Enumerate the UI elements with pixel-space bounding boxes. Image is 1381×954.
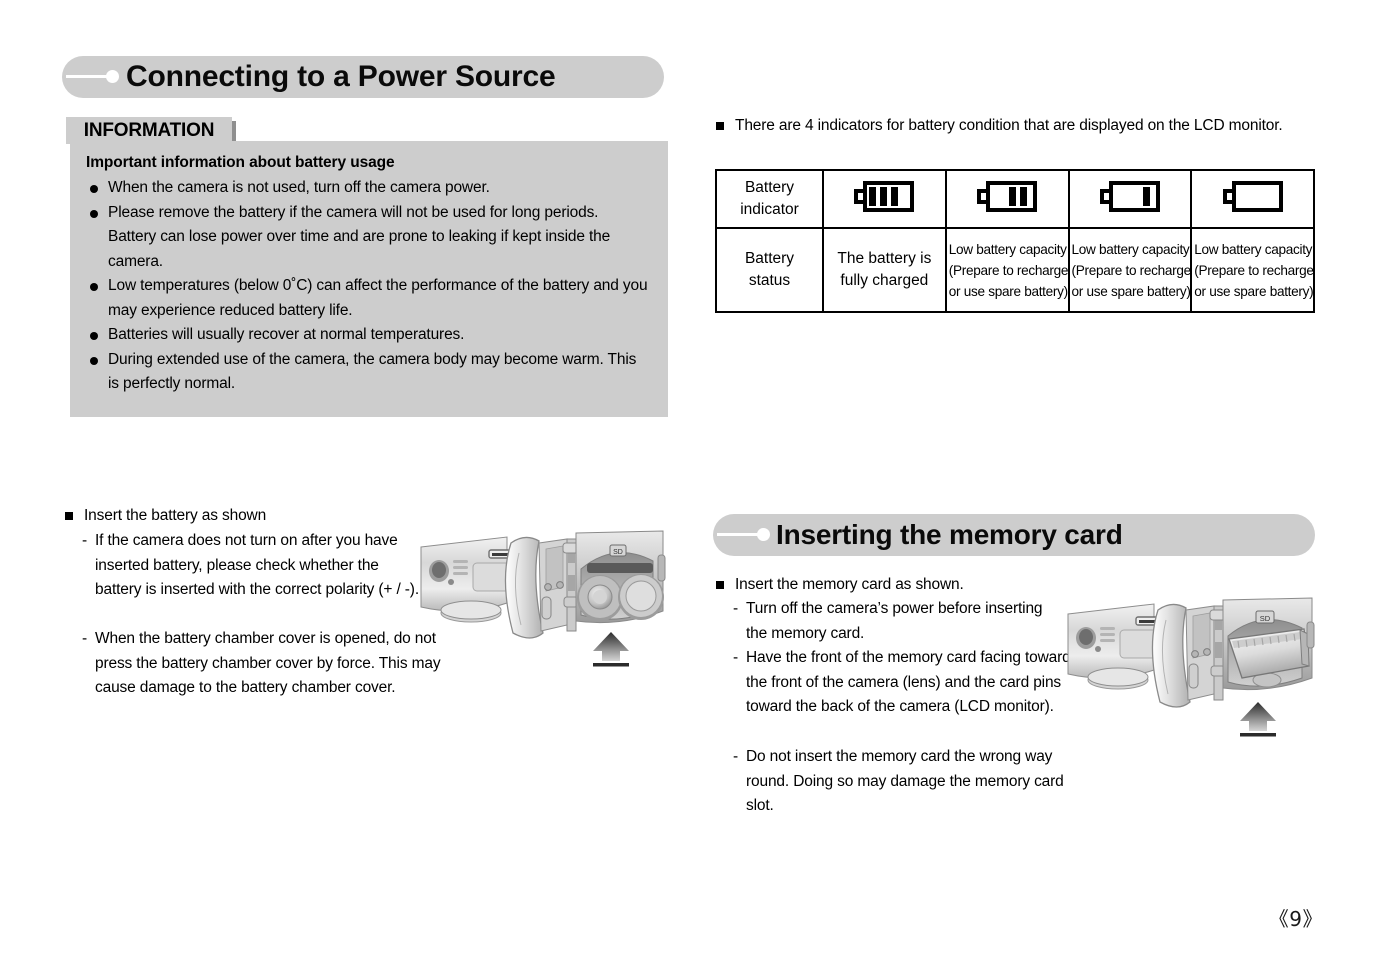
status-line: (Prepare to recharge — [1071, 262, 1192, 278]
camera-memory-card-illustration: SD — [1062, 592, 1324, 742]
battery-empty-icon — [1222, 181, 1283, 212]
information-panel: Important information about battery usag… — [70, 141, 668, 417]
row-header-line: Battery — [744, 250, 795, 267]
row-header-line: Battery — [744, 179, 795, 196]
battery-one-third-icon — [1099, 181, 1160, 212]
status-line: (Prepare to recharge — [1194, 262, 1314, 278]
insert-memory-card-note: Turn off the camera’s power before inser… — [733, 597, 1046, 646]
battery-indicator-table: Battery indicator Battery status The bat… — [715, 169, 1315, 313]
cell-status-one-third: Low battery capacity (Prepare to recharg… — [1067, 227, 1193, 313]
status-line: Low battery capacity — [1071, 241, 1190, 257]
cell-battery-icon-one-third — [1067, 169, 1193, 229]
insert-memory-card-note: Do not insert the memory card the wrong … — [733, 745, 1066, 819]
status-line: The battery is — [837, 250, 932, 267]
list-item: When the camera is not used, turn off th… — [86, 176, 650, 201]
insert-battery-note: When the battery chamber cover is opened… — [82, 627, 445, 701]
row-header-line: status — [748, 272, 791, 289]
information-tab: INFORMATION — [66, 117, 232, 144]
up-arrow-icon — [1240, 702, 1276, 737]
battery-full-icon — [854, 181, 915, 212]
pill-dot-decoration — [106, 70, 119, 83]
svg-text:SD: SD — [1260, 614, 1271, 623]
list-item: During extended use of the camera, the c… — [86, 348, 650, 397]
table-row-indicator: Battery indicator — [715, 169, 1315, 229]
insert-battery-note: If the camera does not turn on after you… — [82, 529, 425, 603]
battery-two-thirds-icon — [977, 181, 1038, 212]
pill-dot-decoration — [757, 528, 770, 541]
cell-battery-icon-empty — [1190, 169, 1315, 229]
information-bullet-list: When the camera is not used, turn off th… — [86, 176, 650, 397]
section-title-memory-card: Inserting the memory card — [776, 519, 1123, 550]
page-number: 《9》 — [1268, 907, 1323, 931]
cell-battery-icon-two-thirds — [944, 169, 1070, 229]
status-line: or use spare battery) — [1071, 283, 1191, 299]
status-line: Low battery capacity — [1194, 241, 1313, 257]
status-line: or use spare battery) — [1194, 283, 1314, 299]
svg-text:SD: SD — [613, 549, 623, 556]
row-header-line: indicator — [740, 201, 799, 218]
status-line: fully charged — [840, 272, 929, 289]
cell-status-full: The battery is fully charged — [822, 227, 947, 313]
up-arrow-icon — [593, 632, 629, 667]
row-header-battery-indicator: Battery indicator — [715, 169, 824, 229]
manual-page: Connecting to a Power Source INFORMATION… — [0, 0, 1381, 954]
page-title: Connecting to a Power Source — [126, 60, 556, 93]
battery-indicator-intro: There are 4 indicators for battery condi… — [715, 114, 1295, 138]
status-line: (Prepare to recharge — [948, 262, 1069, 278]
information-heading: Important information about battery usag… — [86, 154, 395, 171]
insert-memory-card-heading: Insert the memory card as shown. — [715, 573, 1095, 597]
cell-status-two-thirds: Low battery capacity (Prepare to recharg… — [944, 227, 1070, 313]
list-item: Batteries will usually recover at normal… — [86, 323, 650, 348]
list-item: Please remove the battery if the camera … — [86, 201, 650, 275]
insert-battery-heading: Insert the battery as shown — [64, 504, 424, 528]
list-item: Low temperatures (below 0˚C) can affect … — [86, 274, 650, 323]
status-line: or use spare battery) — [948, 283, 1068, 299]
insert-memory-card-note: Have the front of the memory card facing… — [733, 646, 1076, 720]
cell-status-empty: Low battery capacity (Prepare to recharg… — [1190, 227, 1315, 313]
status-line: Low battery capacity — [948, 241, 1067, 257]
cell-battery-icon-full — [822, 169, 947, 229]
row-header-battery-status: Battery status — [715, 227, 824, 313]
information-tab-label: INFORMATION — [83, 119, 215, 141]
camera-battery-illustration: SD — [415, 525, 675, 670]
table-row-status: Battery status The battery is fully char… — [715, 227, 1315, 313]
